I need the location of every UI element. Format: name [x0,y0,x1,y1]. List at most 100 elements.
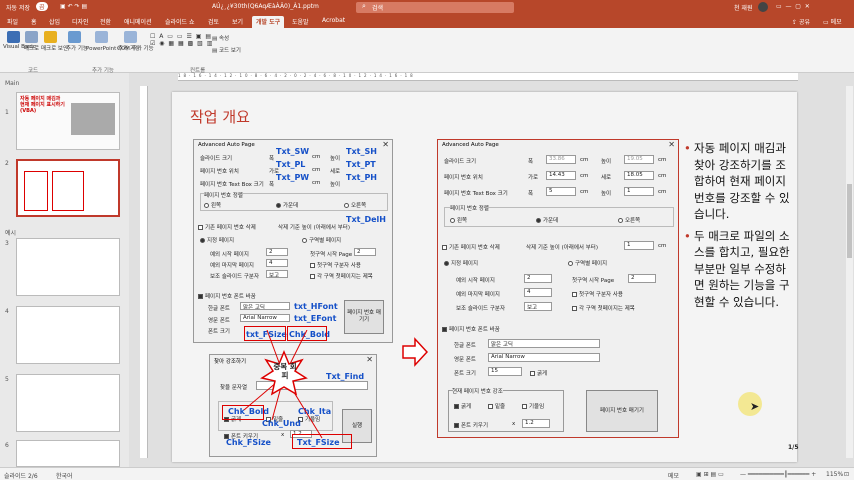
tab-view[interactable]: 보기 [232,17,243,26]
control-toolbox[interactable]: ☐ A ▭ ▭ ☰ ▣ ▤ ☑ ◉ ▦ ▦ ▩ ▧ ▥ [150,33,212,57]
thumb-title: 자동 페이지 매김과 현재 페이지 표시하기 (VBA) [20,96,65,114]
right-arrow-icon [402,337,428,367]
share-button[interactable]: ⇪ 공유 [792,17,810,26]
avatar[interactable] [758,2,768,12]
file-name: AÚ¿¸¿¥30th(Q6AqÆàÀÂ0)_À1.pptm [212,3,319,10]
visual-basic-button[interactable]: Visual Basic [3,31,36,50]
slide-thumbnail[interactable] [16,238,120,296]
search-input[interactable]: 검색 [356,2,514,13]
thumb-number: 4 [5,308,9,315]
box-width-input[interactable]: 5 [546,187,576,196]
fit-icon[interactable]: ⊡ [844,471,849,478]
thumb-number: 5 [5,376,9,383]
zoom-level[interactable]: 115% [826,471,843,478]
autosave-toggle[interactable]: 끔 [36,2,48,11]
vertical-scrollbar[interactable] [846,86,853,458]
pos-x-input[interactable]: 14.43 [546,171,576,180]
tab-file[interactable]: 파일 [7,17,18,26]
view-code-button[interactable]: ▤ 코드 보기 [212,46,241,54]
ribbon: Visual Basic 매크로 매크로 보안 추가 기능 PowerPoint… [0,28,854,74]
tab-animations[interactable]: 애니메이션 [124,17,152,26]
autosave-label: 자동 저장 [6,5,30,12]
slide-thumbnail-pane: Main 1 자동 페이지 매김과 현재 페이지 표시하기 (VBA) 2 예시… [0,73,129,467]
vertical-ruler [140,86,148,458]
thumb-number: 2 [5,160,9,167]
slide-counter: 슬라이드 2/6 [4,473,38,480]
tab-insert[interactable]: 삽입 [49,17,60,26]
thumb-number: 1 [5,109,9,116]
english-font-input[interactable]: Arial Narrow [240,314,290,322]
bullet-list: 자동 페이지 매김과 찾아 강조하기를 조합하여 현재 페이지 번호를 강조할 … [684,140,796,315]
gear-icon [94,31,108,43]
window-controls[interactable]: ▭ — ▢ ✕ [776,3,810,10]
gear-icon [68,31,81,43]
specified-page-radio[interactable]: 지정 페이지 [200,236,234,244]
tab-transitions[interactable]: 전환 [100,17,111,26]
close-icon[interactable]: ✕ [366,355,373,364]
view-buttons[interactable]: ▣ ⊞ ▤ ▭ [696,471,724,478]
slide-thumbnail[interactable] [16,306,120,364]
save-icon[interactable]: ▣ ↶ ↷ ▤ [60,3,87,10]
tab-review[interactable]: 검토 [208,17,219,26]
notes-button[interactable]: 메모 [668,471,679,480]
slide-thumbnail-active[interactable] [16,159,120,217]
star-callout [243,330,323,439]
zoom-slider[interactable]: — ━━━━━━━━━━┃━━━━━━ + [740,471,816,478]
slide-thumbnail[interactable] [16,440,120,467]
align-left-radio[interactable]: 왼쪽 [204,201,221,209]
start-page-input[interactable]: 2 [266,248,288,256]
vb-icon [6,31,20,43]
macro-button[interactable]: 매크로 [23,31,40,52]
delete-existing-checkbox[interactable]: 기존 페이지 번호 삭제 [198,223,256,231]
number-pages-button[interactable]: 페이지 번호 매기기 [586,390,658,432]
close-icon[interactable]: ✕ [668,140,675,149]
section-ex[interactable]: 예시 [5,228,16,237]
properties-button[interactable]: ▤ 속성 [212,34,229,42]
language[interactable]: 한국어 [56,471,73,480]
korean-font-input[interactable]: 맑은 고딕 [240,302,290,310]
tab-slideshow[interactable]: 슬라이드 쇼 [165,17,195,26]
end-page-input[interactable]: 4 [266,259,288,267]
auto-page-dialog-left: Advanced Auto Page ✕ 슬라이드 크기 폭 cm 높이 페이지… [193,139,393,343]
user-name[interactable]: 천 재원 [734,3,752,12]
ribbon-tabs: 파일 홈 삽입 디자인 전환 애니메이션 슬라이드 쇼 검토 보기 개발 도구 … [0,15,854,28]
macro-icon [25,31,38,43]
warning-icon [44,31,57,43]
comment-button[interactable]: ▭ 메모 [823,17,842,26]
mouse-cursor-icon: ➤ [750,400,760,413]
tab-developer[interactable]: 개발 도구 [252,16,285,28]
slide-thumbnail[interactable]: 자동 페이지 매김과 현재 페이지 표시하기 (VBA) [16,92,120,150]
slide-thumbnail[interactable] [16,374,120,432]
com-icon [123,31,137,43]
macro-security-button[interactable]: 매크로 보안 [41,31,68,52]
page-number: 1/5 [788,444,799,451]
horizontal-ruler: 18·16·14·12·10·8·6·4·2·0·2·4·6·8·10·12·1… [178,73,798,81]
section-main[interactable]: Main [5,80,19,87]
slide-title: 작업 개요 [190,108,250,126]
delete-height-input[interactable]: 1 [624,241,654,250]
slide-width-input[interactable]: 33.86 [546,155,576,164]
font-change-checkbox[interactable]: 페이지 번호 폰트 바꿈 [198,292,256,300]
box-height-input[interactable]: 1 [624,187,654,196]
tab-design[interactable]: 디자인 [72,17,89,26]
pos-y-input[interactable]: 18.05 [624,171,654,180]
addin-button[interactable]: 추가 기능 [66,31,88,52]
scroll-thumb[interactable] [847,184,852,258]
slide-height-input[interactable]: 19.05 [624,155,654,164]
laptop-image [71,103,115,135]
align-right-radio[interactable]: 오른쪽 [344,201,366,209]
auto-page-dialog-right: Advanced Auto Page ✕ 슬라이드 크기 폭 33.86 cm … [437,139,679,438]
ppt-addin-button[interactable]: PowerPoint 추가 기능 [86,31,140,52]
tab-help[interactable]: 도움말 [292,17,309,26]
com-addin-button[interactable]: COM 추가 기능 [117,31,154,52]
sup-slide-input[interactable]: 보고 [266,270,288,278]
section-page-radio[interactable]: 구역별 페이지 [302,236,341,244]
thumb-number: 6 [5,442,9,449]
align-center-radio[interactable]: 가운데 [276,201,298,209]
number-pages-button[interactable]: 페이지 번호 매기기 [344,300,384,334]
tab-home[interactable]: 홈 [31,17,37,26]
bullet-item: 자동 페이지 매김과 찾아 강조하기를 조합하여 현재 페이지 번호를 강조할 … [684,140,796,223]
tab-acrobat[interactable]: Acrobat [322,17,345,24]
first-section-input[interactable]: 2 [354,248,376,256]
close-icon[interactable]: ✕ [382,140,389,149]
